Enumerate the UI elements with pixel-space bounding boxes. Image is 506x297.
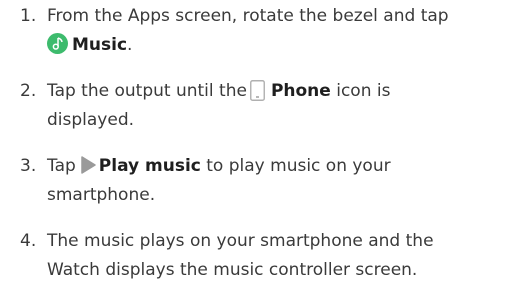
music-icon <box>47 33 68 54</box>
step-line: Music. <box>47 31 502 60</box>
step-number: 4. <box>20 231 37 251</box>
step-text-after: to play music on your <box>206 156 391 176</box>
step-text: Tap Play music to play music on your smar… <box>47 152 502 210</box>
step-text-after: . <box>127 35 133 55</box>
step-text-after-continued: smartphone. <box>47 185 156 205</box>
step-line: The music plays on your smartphone and t… <box>47 231 434 251</box>
step-text: From the Apps screen, rotate the bezel a… <box>47 2 502 60</box>
step-text-after-continued: displayed. <box>47 110 135 130</box>
step-text-before: Tap the output until the <box>47 81 247 101</box>
output-name-phone: Phone <box>270 81 331 101</box>
step-number: 1. <box>20 6 37 26</box>
step-line: Watch displays the music controller scre… <box>47 260 418 280</box>
step-text: Tap the output until the Phone icon is di… <box>47 77 502 135</box>
step-line: displayed. <box>47 106 502 135</box>
step-line: From the Apps screen, rotate the bezel a… <box>47 2 502 31</box>
step-number: 2. <box>20 81 37 101</box>
step-text-before: Tap <box>47 156 76 176</box>
play-music-label: Play music <box>98 156 201 176</box>
play-icon <box>80 156 96 174</box>
step-line: smartphone. <box>47 181 502 210</box>
step-line: Tap the output until the Phone icon is <box>47 77 502 106</box>
step-text-after: icon is <box>336 81 391 101</box>
step-text-before: From the Apps screen, rotate the bezel a… <box>47 6 449 26</box>
step-text: The music plays on your smartphone and t… <box>47 227 502 285</box>
phone-icon <box>249 80 265 101</box>
app-name-music: Music <box>72 35 128 55</box>
step-line: Tap Play music to play music on your <box>47 152 502 181</box>
step-number: 3. <box>20 156 37 176</box>
